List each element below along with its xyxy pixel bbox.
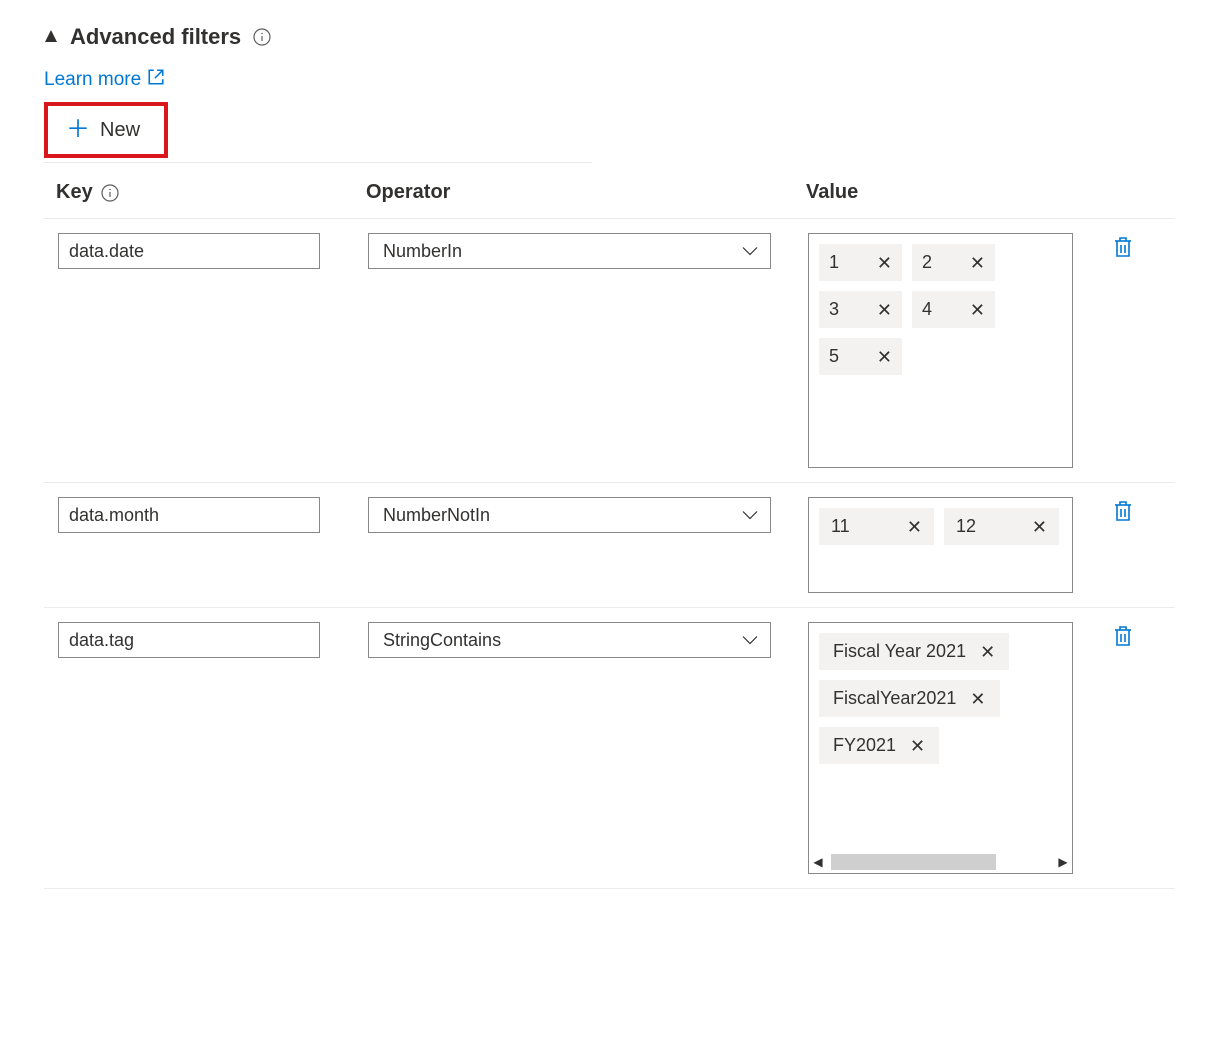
operator-value: NumberIn [383, 241, 462, 262]
trash-icon[interactable] [1111, 499, 1135, 523]
value-chip: 3 ✕ [819, 291, 902, 328]
chip-label: 3 [829, 299, 839, 320]
learn-more-label: Learn more [44, 69, 141, 91]
operator-select[interactable]: NumberIn [368, 233, 771, 269]
filter-row: NumberNotIn 11 ✕ 12 ✕ [44, 483, 1175, 608]
chip-label: 5 [829, 346, 839, 367]
table-header-row: Key Operator Value [44, 163, 1175, 219]
column-key-label: Key [56, 181, 93, 204]
scrollbar-track[interactable] [827, 853, 1054, 871]
column-header-operator: Operator [366, 181, 806, 204]
chevron-down-icon [742, 630, 758, 651]
new-button-label: New [100, 119, 140, 142]
close-icon[interactable]: ✕ [877, 254, 892, 272]
column-operator-label: Operator [366, 181, 450, 204]
filters-table: Key Operator Value NumberIn [44, 163, 1175, 889]
info-icon[interactable] [101, 184, 119, 202]
info-icon[interactable] [253, 28, 271, 46]
chip-label: 12 [956, 516, 976, 537]
plus-icon: ＋ [66, 118, 90, 142]
new-button[interactable]: ＋ New [48, 108, 164, 154]
filter-row: StringContains Fiscal Year 2021 ✕ Fiscal… [44, 608, 1175, 889]
value-chip: 1 ✕ [819, 244, 902, 281]
trash-icon[interactable] [1111, 624, 1135, 648]
chip-label: FiscalYear2021 [833, 688, 956, 709]
chip-label: FY2021 [833, 735, 896, 756]
key-input[interactable] [58, 497, 320, 533]
chip-label: 1 [829, 252, 839, 273]
collapse-icon [44, 29, 58, 46]
chip-label: 4 [922, 299, 932, 320]
operator-select[interactable]: NumberNotIn [368, 497, 771, 533]
learn-more-link[interactable]: Learn more [44, 68, 165, 92]
close-icon[interactable]: ✕ [970, 254, 985, 272]
column-header-key: Key [56, 181, 366, 204]
close-icon[interactable]: ✕ [1032, 518, 1047, 536]
scrollbar-thumb[interactable] [831, 854, 996, 870]
close-icon[interactable]: ✕ [877, 301, 892, 319]
value-chip: 5 ✕ [819, 338, 902, 375]
section-title: Advanced filters [70, 24, 241, 50]
operator-value: StringContains [383, 630, 501, 651]
key-input[interactable] [58, 233, 320, 269]
value-box[interactable]: 1 ✕ 2 ✕ 3 ✕ 4 ✕ 5 ✕ [808, 233, 1073, 468]
value-chip: 4 ✕ [912, 291, 995, 328]
close-icon[interactable]: ✕ [907, 518, 922, 536]
chevron-down-icon [742, 241, 758, 262]
key-input[interactable] [58, 622, 320, 658]
value-chip: 2 ✕ [912, 244, 995, 281]
close-icon[interactable]: ✕ [980, 643, 995, 661]
close-icon[interactable]: ✕ [877, 348, 892, 366]
value-chip: FY2021 ✕ [819, 727, 939, 764]
scroll-right-icon[interactable]: ▶ [1054, 855, 1072, 869]
value-chip: FiscalYear2021 ✕ [819, 680, 1000, 717]
operator-select[interactable]: StringContains [368, 622, 771, 658]
close-icon[interactable]: ✕ [970, 301, 985, 319]
operator-value: NumberNotIn [383, 505, 490, 526]
chip-label: 2 [922, 252, 932, 273]
horizontal-scrollbar[interactable]: ◀ ▶ [809, 851, 1072, 873]
value-box[interactable]: Fiscal Year 2021 ✕ FiscalYear2021 ✕ FY20… [808, 622, 1073, 874]
close-icon[interactable]: ✕ [910, 737, 925, 755]
column-value-label: Value [806, 181, 858, 204]
value-chip: 12 ✕ [944, 508, 1059, 545]
trash-icon[interactable] [1111, 235, 1135, 259]
chip-label: 11 [831, 516, 850, 537]
chevron-down-icon [742, 505, 758, 526]
value-chip: 11 ✕ [819, 508, 934, 545]
external-link-icon [147, 68, 165, 92]
value-box[interactable]: 11 ✕ 12 ✕ [808, 497, 1073, 593]
chip-label: Fiscal Year 2021 [833, 641, 966, 662]
column-header-value: Value [806, 181, 1091, 204]
highlight-annotation: ＋ New [44, 102, 168, 158]
section-header[interactable]: Advanced filters [44, 24, 1175, 50]
filter-row: NumberIn 1 ✕ 2 ✕ 3 ✕ [44, 219, 1175, 483]
scroll-left-icon[interactable]: ◀ [809, 855, 827, 869]
close-icon[interactable]: ✕ [970, 690, 985, 708]
value-chip: Fiscal Year 2021 ✕ [819, 633, 1009, 670]
